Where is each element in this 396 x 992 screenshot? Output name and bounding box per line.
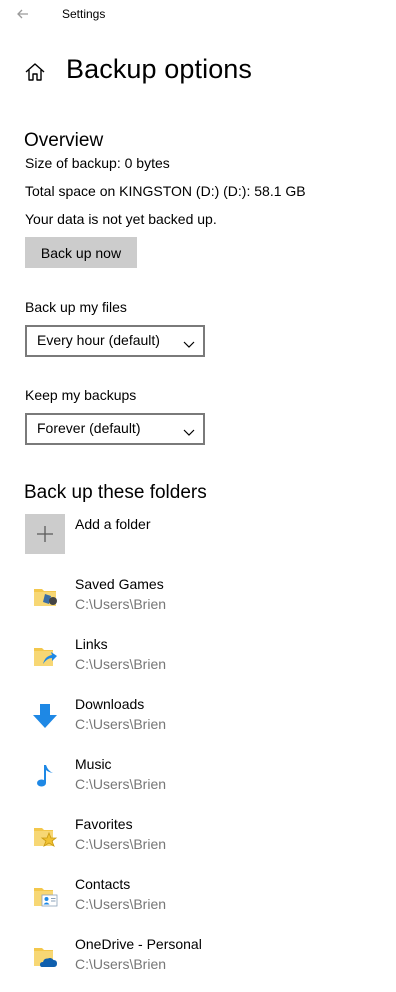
back-arrow-icon[interactable] xyxy=(14,4,36,24)
folder-item-saved-games[interactable]: Saved Games C:\Users\Brien xyxy=(25,576,365,618)
folder-path: C:\Users\Brien xyxy=(75,656,167,672)
keep-backups-dropdown[interactable]: Forever (default) xyxy=(25,413,205,445)
downloads-arrow-icon xyxy=(31,702,59,730)
keep-backups-label: Keep my backups xyxy=(25,387,137,403)
folder-name: Downloads xyxy=(75,696,145,712)
window-title: Settings xyxy=(62,7,106,21)
page-title: Backup options xyxy=(66,54,253,84)
add-folder-label: Add a folder xyxy=(75,516,151,532)
folder-name: Contacts xyxy=(75,876,131,892)
saved-games-folder-icon xyxy=(31,582,59,610)
chevron-down-icon xyxy=(183,336,195,348)
folder-item-links[interactable]: Links C:\Users\Brien xyxy=(25,636,365,678)
backup-frequency-dropdown[interactable]: Every hour (default) xyxy=(25,325,205,357)
folder-item-onedrive[interactable]: OneDrive - Personal C:\Users\Brien xyxy=(25,936,365,978)
folder-item-favorites[interactable]: Favorites C:\Users\Brien xyxy=(25,816,365,858)
folder-item-music[interactable]: Music C:\Users\Brien xyxy=(25,756,365,798)
home-icon[interactable] xyxy=(24,61,46,83)
folder-path: C:\Users\Brien xyxy=(75,716,167,732)
onedrive-folder-icon xyxy=(31,942,59,970)
backup-frequency-label: Back up my files xyxy=(25,299,127,315)
music-note-icon xyxy=(31,762,59,790)
folder-item-downloads[interactable]: Downloads C:\Users\Brien xyxy=(25,696,365,738)
backup-folders-heading: Back up these folders xyxy=(24,482,207,503)
folder-path: C:\Users\Brien xyxy=(75,896,167,912)
total-space-text: Total space on KINGSTON (D:) (D:): 58.1 … xyxy=(25,183,306,199)
folder-path: C:\Users\Brien xyxy=(75,776,167,792)
back-up-now-button[interactable]: Back up now xyxy=(25,237,137,268)
plus-icon xyxy=(25,514,65,554)
backup-size-text: Size of backup: 0 bytes xyxy=(25,155,170,171)
chevron-down-icon xyxy=(183,424,195,436)
folder-path: C:\Users\Brien xyxy=(75,956,167,972)
contacts-folder-icon xyxy=(31,882,59,910)
overview-heading: Overview xyxy=(24,130,104,151)
folder-name: Saved Games xyxy=(75,576,164,592)
folder-name: OneDrive - Personal xyxy=(75,936,202,952)
folder-path: C:\Users\Brien xyxy=(75,596,167,612)
favorites-folder-icon xyxy=(31,822,59,850)
folder-item-contacts[interactable]: Contacts C:\Users\Brien xyxy=(25,876,365,918)
backup-frequency-value: Every hour (default) xyxy=(37,332,160,348)
keep-backups-value: Forever (default) xyxy=(37,420,141,436)
backup-status-text: Your data is not yet backed up. xyxy=(25,211,217,227)
folder-name: Music xyxy=(75,756,112,772)
links-folder-icon xyxy=(31,642,59,670)
folder-name: Favorites xyxy=(75,816,133,832)
folder-name: Links xyxy=(75,636,108,652)
folder-path: C:\Users\Brien xyxy=(75,836,167,852)
title-bar: Settings xyxy=(0,0,396,30)
